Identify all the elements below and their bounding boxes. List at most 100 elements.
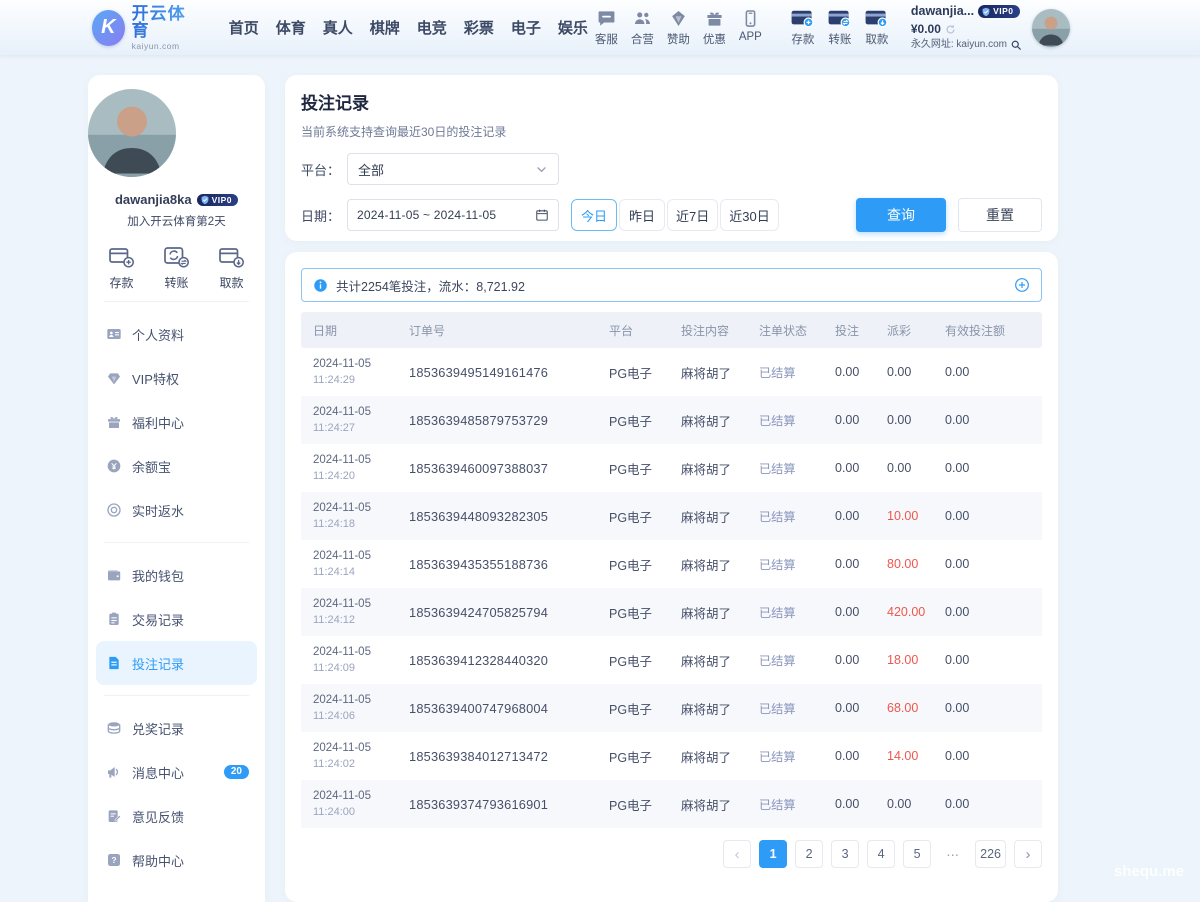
row-bet-content: 麻将胡了: [673, 363, 751, 382]
row-bet-content: 麻将胡了: [673, 747, 751, 766]
sidebar-menu-item[interactable]: 兑奖记录: [88, 706, 265, 750]
sidebar-menu-label: 交易记录: [132, 610, 184, 629]
page-ellipsis[interactable]: ⋯: [939, 840, 967, 868]
next-page-button[interactable]: ›: [1014, 840, 1042, 868]
page-button[interactable]: 4: [867, 840, 895, 868]
user-summary[interactable]: dawanjia... VIP0 ¥0.00 永久网址: kaiyun.com: [911, 4, 1022, 51]
sidebar-menu-item[interactable]: 意见反馈: [88, 794, 265, 838]
sidebar-menu-item[interactable]: 余额宝: [88, 444, 265, 488]
shield-check-icon: [200, 195, 210, 205]
top-bar: K 开云体育 kaiyun.com 首页体育真人棋牌电竞彩票电子娱乐 客服 合营…: [0, 0, 1200, 55]
row-status: 已结算: [751, 795, 827, 813]
page-button[interactable]: 3: [831, 840, 859, 868]
row-platform: PG电子: [601, 795, 673, 814]
row-status: 已结算: [751, 651, 827, 669]
row-platform: PG电子: [601, 507, 673, 526]
quick-link-label: APP: [739, 31, 762, 43]
nav-item[interactable]: 电子: [511, 17, 541, 38]
money-link[interactable]: 转账: [822, 8, 858, 47]
page-button[interactable]: 2: [795, 840, 823, 868]
date-range-input[interactable]: 2024-11-05 ~ 2024-11-05: [347, 199, 559, 231]
vip-gem-icon: [106, 370, 122, 386]
user-name-row: dawanjia... VIP0: [911, 4, 1022, 20]
profile-action[interactable]: 转账: [163, 245, 190, 291]
main-nav: 首页体育真人棋牌电竞彩票电子娱乐: [229, 17, 588, 38]
pagination: ‹ 12345 ⋯ 226 ›: [301, 840, 1042, 868]
platform-select[interactable]: 全部: [347, 153, 559, 185]
date-row: 日期： 2024-11-05 ~ 2024-11-05 今日昨日近7日近30日 …: [301, 198, 1042, 232]
user-name: dawanjia...: [911, 4, 974, 20]
row-date: 2024-11-05: [313, 358, 371, 370]
row-bet-content: 麻将胡了: [673, 699, 751, 718]
prev-page-button[interactable]: ‹: [723, 840, 751, 868]
menu-divider: [104, 695, 249, 696]
nav-item[interactable]: 娱乐: [558, 17, 588, 38]
sidebar-menu-label: 我的钱包: [132, 566, 184, 585]
quick-link[interactable]: 赞助: [661, 9, 696, 47]
row-time: 11:24:27: [313, 422, 355, 434]
people-icon: [632, 9, 653, 28]
money-link[interactable]: 取款: [859, 8, 895, 47]
sidebar-menu-item[interactable]: 消息中心 20: [88, 750, 265, 794]
date-range-button[interactable]: 近30日: [720, 199, 778, 231]
quick-link[interactable]: 优惠: [697, 9, 732, 47]
logo-text: 开云体育 kaiyun.com: [132, 5, 197, 51]
query-button[interactable]: 查询: [856, 198, 946, 232]
date-range-button[interactable]: 今日: [571, 199, 617, 231]
table-row: 2024-11-05 11:24:20 1853639460097388037 …: [301, 444, 1042, 492]
chat-icon: [596, 9, 617, 28]
nav-item[interactable]: 真人: [323, 17, 353, 38]
table-row: 2024-11-05 11:24:06 1853639400747968004 …: [301, 684, 1042, 732]
chevron-down-icon: [535, 163, 548, 176]
sidebar-menu-item[interactable]: ? 帮助中心: [88, 838, 265, 882]
date-range-button[interactable]: 近7日: [667, 199, 718, 231]
avatar-icon[interactable]: [88, 89, 176, 177]
quick-link[interactable]: 客服: [589, 9, 624, 47]
svg-text:?: ?: [111, 855, 116, 865]
profile-action[interactable]: 取款: [218, 245, 245, 291]
coin-icon: [106, 458, 122, 474]
row-status: 已结算: [751, 459, 827, 477]
row-time: 11:24:02: [313, 758, 355, 770]
row-order-number: 1853639374793616901: [401, 797, 601, 812]
reset-button[interactable]: 重置: [958, 198, 1042, 232]
row-status: 已结算: [751, 699, 827, 717]
nav-item[interactable]: 首页: [229, 17, 259, 38]
sidebar-menu-item[interactable]: 交易记录: [88, 597, 265, 641]
sidebar-menu-item[interactable]: 个人资料: [88, 312, 265, 356]
nav-item[interactable]: 彩票: [464, 17, 494, 38]
nav-item[interactable]: 电竞: [417, 17, 447, 38]
quick-link[interactable]: 合营: [625, 9, 660, 47]
search-icon[interactable]: [1010, 39, 1022, 51]
page-button[interactable]: 226: [975, 840, 1006, 868]
row-bet-content: 麻将胡了: [673, 795, 751, 814]
balance-row: ¥0.00: [911, 22, 1022, 37]
sidebar-menu-item[interactable]: 福利中心: [88, 400, 265, 444]
page-button[interactable]: 5: [903, 840, 931, 868]
sidebar-menu-item[interactable]: 我的钱包: [88, 553, 265, 597]
plus-circle-icon[interactable]: [1014, 277, 1030, 293]
date-range-button[interactable]: 昨日: [619, 199, 665, 231]
profile-action[interactable]: 存款: [108, 245, 135, 291]
profile-action-label: 存款: [109, 274, 133, 291]
avatar-icon[interactable]: [1032, 9, 1070, 47]
quick-link[interactable]: APP: [733, 9, 768, 47]
money-link[interactable]: 存款: [785, 8, 821, 47]
nav-item[interactable]: 棋牌: [370, 17, 400, 38]
row-valid-bet: 0.00: [937, 653, 1042, 667]
sidebar-menu-item[interactable]: 实时返水: [88, 488, 265, 532]
summary-bar: 共计2254笔投注，流水：8,721.92: [301, 268, 1042, 302]
nav-item[interactable]: 体育: [276, 17, 306, 38]
refresh-icon[interactable]: [945, 24, 956, 35]
sidebar-menu-item[interactable]: VIP特权: [88, 356, 265, 400]
row-payout: 0.00: [879, 797, 937, 811]
sidebar-menu-item[interactable]: 投注记录: [96, 641, 257, 685]
row-order-number: 1853639400747968004: [401, 701, 601, 716]
sidebar-menu-label: 消息中心: [132, 763, 184, 782]
page-subtitle: 当前系统支持查询最近30日的投注记录: [301, 123, 1042, 140]
page-button[interactable]: 1: [759, 840, 787, 868]
site-logo[interactable]: K 开云体育 kaiyun.com: [92, 5, 197, 51]
id-card-icon: [106, 326, 122, 342]
row-valid-bet: 0.00: [937, 461, 1042, 475]
transfer-card-icon: [827, 8, 852, 28]
